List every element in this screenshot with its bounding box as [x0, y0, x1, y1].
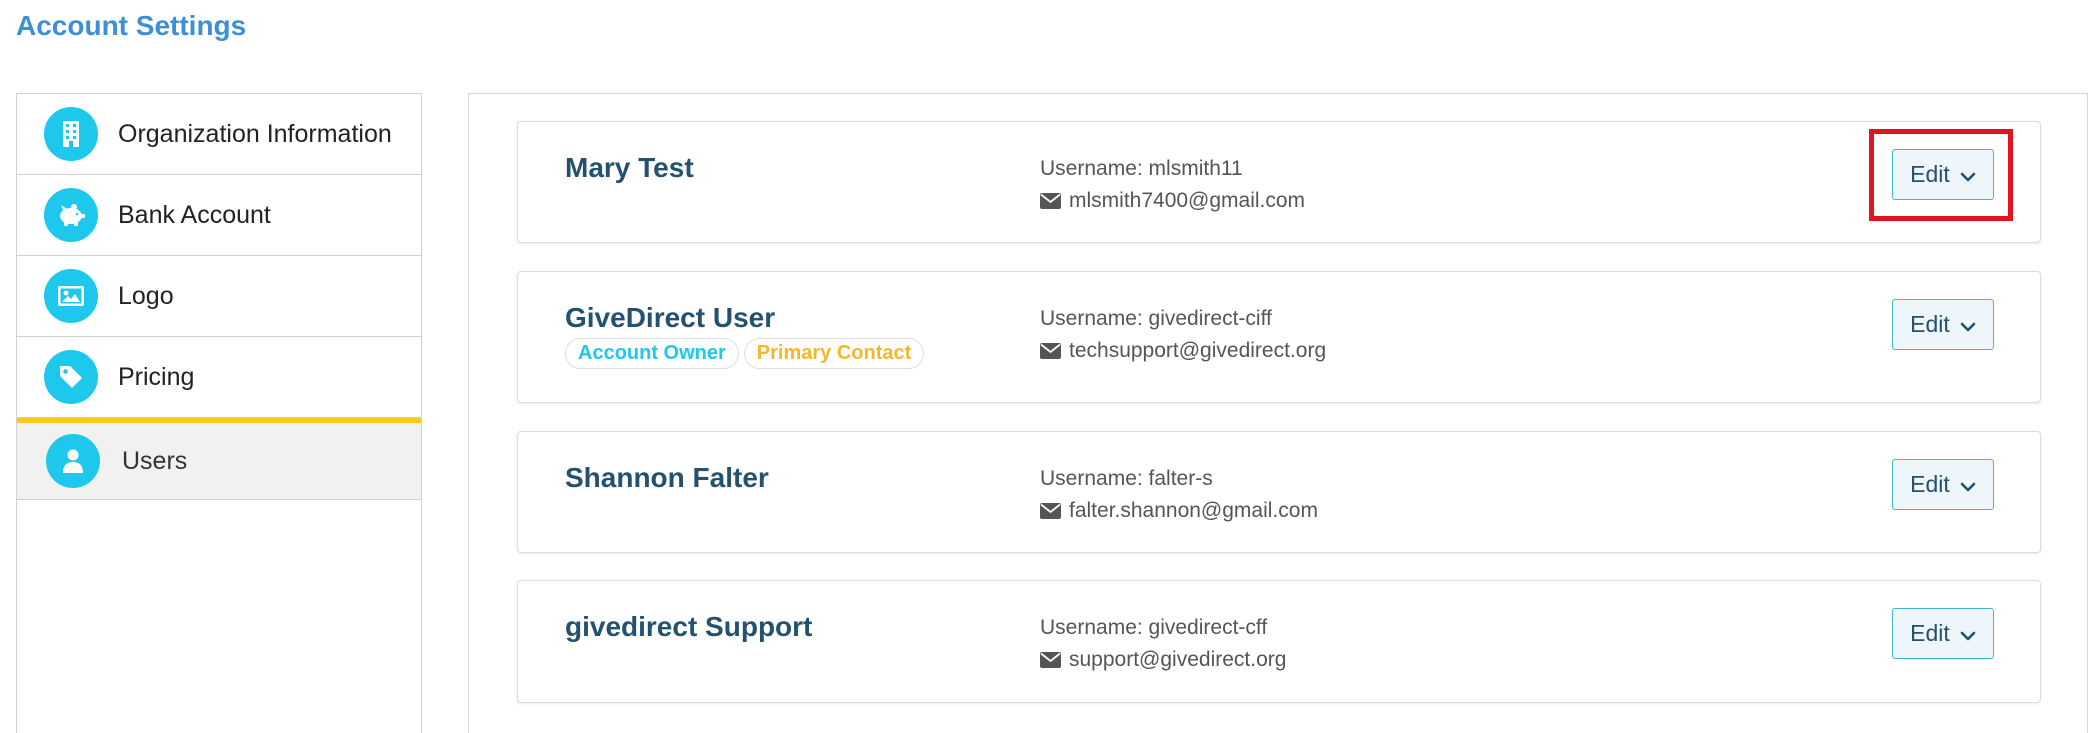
page-title: Account Settings	[16, 10, 247, 41]
user-name: GiveDirect User	[565, 302, 776, 333]
username-text: Username: falter-s	[1040, 467, 1213, 490]
settings-sidebar: Organization Information Bank Account Lo…	[16, 93, 422, 733]
edit-button[interactable]: Edit	[1892, 608, 1994, 659]
primary-contact-badge: Primary Contact	[743, 338, 925, 369]
email-line: falter.shannon@gmail.com	[1040, 495, 1318, 527]
user-meta: Username: givedirect-ciff techsupport@gi…	[1040, 303, 1326, 367]
user-email: mlsmith7400@gmail.com	[1069, 189, 1306, 212]
envelope-icon	[1040, 193, 1061, 209]
user-card: Shannon Falter Username: falter-s falter…	[517, 431, 2041, 553]
chevron-down-icon	[1960, 161, 1976, 188]
user-name: givedirect Support	[565, 611, 813, 642]
user-card: GiveDirect User Account Owner Primary Co…	[517, 271, 2041, 403]
sidebar-item-label: Organization Information	[118, 119, 392, 148]
sidebar-item-logo[interactable]: Logo	[17, 256, 421, 337]
sidebar-item-label: Bank Account	[118, 200, 271, 229]
piggy-bank-icon	[44, 188, 98, 242]
edit-label: Edit	[1910, 311, 1950, 337]
sidebar-item-users[interactable]: Users	[17, 418, 421, 500]
email-line: mlsmith7400@gmail.com	[1040, 185, 1305, 217]
user-icon	[46, 434, 100, 488]
user-email: techsupport@givedirect.org	[1069, 339, 1327, 362]
chevron-down-icon	[1960, 620, 1976, 647]
sidebar-item-organization-information[interactable]: Organization Information	[17, 94, 421, 175]
chevron-down-icon	[1960, 311, 1976, 338]
user-name: Mary Test	[565, 152, 694, 183]
edit-button[interactable]: Edit	[1892, 459, 1994, 510]
sidebar-item-bank-account[interactable]: Bank Account	[17, 175, 421, 256]
user-meta: Username: mlsmith11 mlsmith7400@gmail.co…	[1040, 153, 1305, 217]
image-icon	[44, 269, 98, 323]
sidebar-item-pricing[interactable]: Pricing	[17, 337, 421, 418]
email-line: techsupport@givedirect.org	[1040, 335, 1326, 367]
edit-button[interactable]: Edit	[1892, 149, 1994, 200]
user-meta: Username: falter-s falter.shannon@gmail.…	[1040, 463, 1318, 527]
user-name: Shannon Falter	[565, 462, 769, 493]
envelope-icon	[1040, 503, 1061, 519]
sidebar-item-label: Pricing	[118, 362, 195, 391]
user-card: givedirect Support Username: givedirect-…	[517, 580, 2041, 703]
sidebar-item-label: Users	[122, 446, 188, 475]
user-email: falter.shannon@gmail.com	[1069, 499, 1318, 522]
username-text: Username: mlsmith11	[1040, 157, 1243, 180]
user-meta: Username: givedirect-cff support@givedir…	[1040, 612, 1286, 676]
sidebar-item-label: Logo	[118, 281, 174, 310]
role-badges: Account Owner Primary Contact	[565, 338, 925, 369]
tag-icon	[44, 350, 98, 404]
edit-label: Edit	[1910, 161, 1950, 187]
envelope-icon	[1040, 343, 1061, 359]
edit-button[interactable]: Edit	[1892, 299, 1994, 350]
user-email: support@givedirect.org	[1069, 648, 1287, 671]
email-line: support@givedirect.org	[1040, 644, 1286, 676]
users-panel: Mary Test Username: mlsmith11 mlsmith740…	[468, 93, 2088, 733]
account-owner-badge: Account Owner	[565, 338, 739, 369]
username-text: Username: givedirect-cff	[1040, 616, 1268, 639]
envelope-icon	[1040, 652, 1061, 668]
building-icon	[44, 107, 98, 161]
user-card: Mary Test Username: mlsmith11 mlsmith740…	[517, 121, 2041, 243]
username-text: Username: givedirect-ciff	[1040, 307, 1272, 330]
chevron-down-icon	[1960, 471, 1976, 498]
edit-label: Edit	[1910, 471, 1950, 497]
edit-label: Edit	[1910, 620, 1950, 646]
